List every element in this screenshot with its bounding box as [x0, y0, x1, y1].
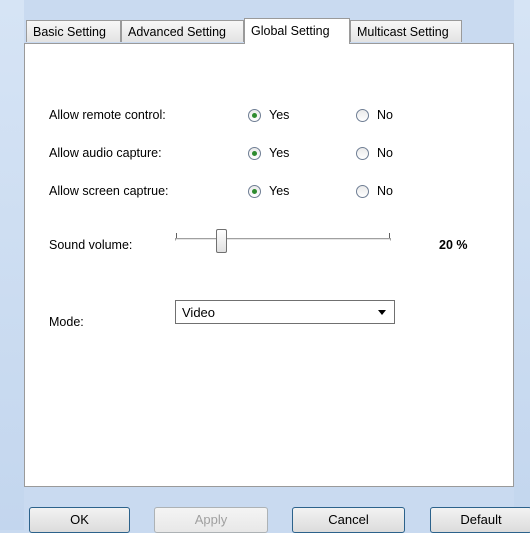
screen-capture-no[interactable]: No [356, 182, 393, 200]
panel-content: Allow remote control: Yes No Allow audio… [0, 0, 530, 530]
mode-select-value: Video [182, 304, 216, 320]
audio-capture-no[interactable]: No [356, 144, 393, 162]
volume-slider-track[interactable] [175, 238, 391, 241]
audio-capture-label: Allow audio capture: [49, 146, 162, 160]
screen-capture-label: Allow screen captrue: [49, 184, 169, 198]
radio-label: No [377, 184, 393, 198]
mode-label: Mode: [49, 315, 84, 329]
radio-unchecked-icon[interactable] [356, 108, 369, 122]
remote-control-no[interactable]: No [356, 106, 393, 124]
slider-tick [389, 233, 390, 238]
chevron-down-icon [378, 309, 386, 315]
volume-slider-thumb[interactable] [216, 229, 227, 253]
radio-unchecked-icon[interactable] [356, 146, 369, 160]
screen-capture-yes[interactable]: Yes [248, 182, 289, 200]
remote-control-yes[interactable]: Yes [248, 106, 289, 124]
volume-value: 20 % [439, 238, 468, 252]
radio-label: Yes [269, 108, 290, 122]
remote-control-label: Allow remote control: [49, 108, 166, 122]
radio-label: Yes [269, 184, 290, 198]
radio-checked-icon[interactable] [248, 108, 261, 122]
radio-label: No [377, 146, 393, 160]
radio-label: Yes [269, 146, 290, 160]
sound-volume-label: Sound volume: [49, 238, 133, 252]
radio-unchecked-icon[interactable] [356, 184, 369, 198]
audio-capture-yes[interactable]: Yes [248, 144, 289, 162]
slider-tick [176, 233, 177, 238]
radio-checked-icon[interactable] [248, 184, 261, 198]
radio-checked-icon[interactable] [248, 146, 261, 160]
mode-select[interactable]: Video [175, 300, 395, 324]
radio-label: No [377, 108, 393, 122]
